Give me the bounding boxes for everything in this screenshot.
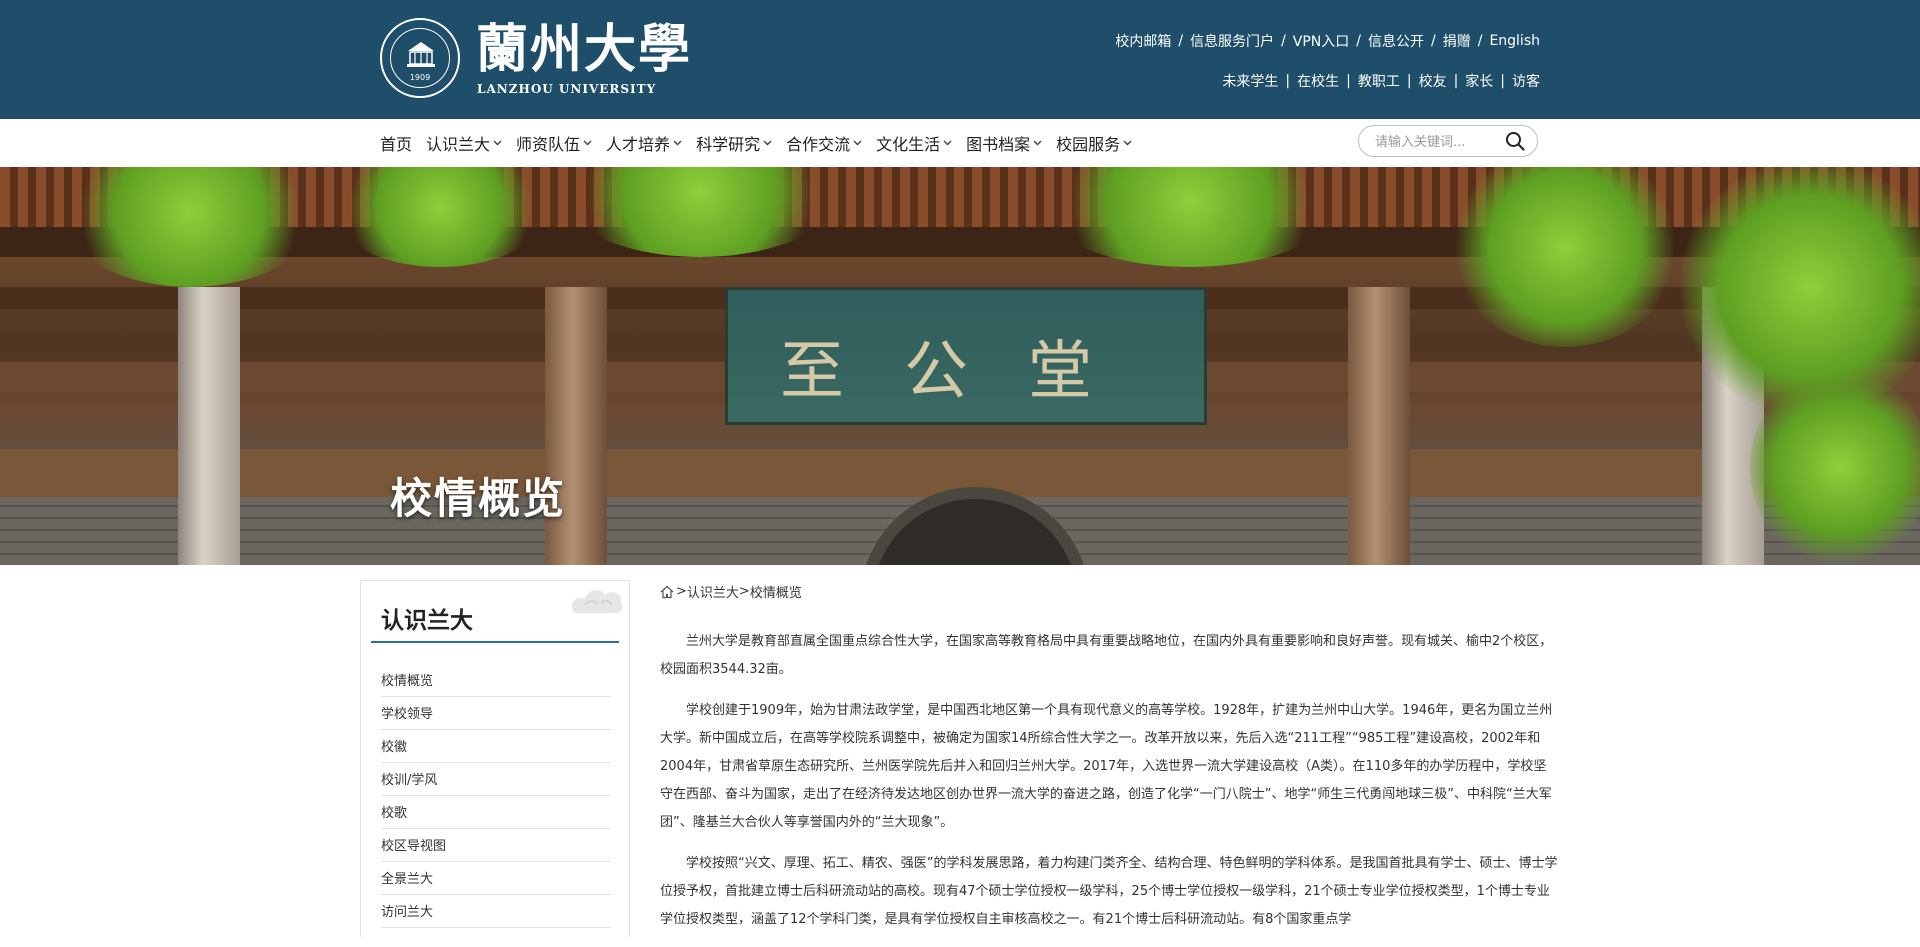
nav-item-about[interactable]: 认识兰大 [426, 131, 502, 155]
main-navigation: 首页 认识兰大 师资队伍 人才培养 科学研究 合作交流 文化生活 图书档案 校园服务 [0, 119, 1920, 168]
sidebar-menu: 校情概览 学校领导 校徽 校训/学风 校歌 校区导视图 全景兰大 访问兰大 [381, 665, 611, 929]
breadcrumb: > 认识兰大 > 校情概览 [660, 582, 802, 601]
sidebar-item-visit[interactable]: 访问兰大 [381, 896, 611, 928]
nav-item-campus-services[interactable]: 校园服务 [1056, 131, 1132, 155]
nav-item-label: 认识兰大 [426, 135, 491, 154]
nav-item-label: 科学研究 [696, 135, 761, 154]
university-seal-icon: 1909 [380, 18, 460, 98]
sidebar-item-anthem[interactable]: 校歌 [381, 797, 611, 829]
link-alumni[interactable]: 校友 [1419, 71, 1447, 91]
article-paragraph: 兰州大学是教育部直属全国重点综合性大学，在国家高等教育格局中具有重要战略地位，在… [660, 634, 1553, 677]
link-visitors[interactable]: 访客 [1512, 71, 1540, 91]
search-input[interactable] [1373, 132, 1497, 152]
sidebar-item-leadership[interactable]: 学校领导 [381, 698, 611, 730]
utility-links-primary: 校内邮箱 / 信息服务门户 / VPN入口 / 信息公开 / 捐赠 / English [1115, 31, 1540, 51]
nav-item-faculty[interactable]: 师资队伍 [516, 131, 592, 155]
logo-english-name: LANZHOU UNIVERSITY [477, 82, 657, 96]
nav-item-label: 合作交流 [786, 135, 851, 154]
nav-item-culture[interactable]: 文化生活 [876, 131, 952, 155]
chevron-down-icon [853, 138, 862, 149]
banner-pillar [1348, 287, 1410, 565]
link-campus-mail[interactable]: 校内邮箱 [1115, 31, 1171, 51]
sidebar-item-motto[interactable]: 校训/学风 [381, 764, 611, 796]
link-english[interactable]: English [1489, 33, 1540, 49]
sidebar-item-panorama[interactable]: 全景兰大 [381, 863, 611, 895]
breadcrumb-separator: > [738, 584, 750, 599]
link-vpn[interactable]: VPN入口 [1293, 31, 1350, 51]
nav-item-library[interactable]: 图书档案 [966, 131, 1042, 155]
breadcrumb-link-about[interactable]: 认识兰大 [687, 582, 739, 601]
logo-chinese-name: 蘭州大學 [476, 19, 693, 80]
chevron-down-icon [493, 138, 502, 149]
article-paragraph: 学校按照“兴文、厚理、拓工、精农、强医”的学科发展思路，着力构建门类齐全、结构合… [660, 856, 1558, 927]
chevron-down-icon [943, 138, 952, 149]
cloud-ornament-icon [572, 590, 623, 614]
nav-item-research[interactable]: 科学研究 [696, 131, 772, 155]
sidebar-title-underline [371, 641, 619, 643]
nav-item-label: 首页 [380, 135, 413, 154]
chevron-down-icon [673, 138, 682, 149]
link-current-students[interactable]: 在校生 [1297, 71, 1339, 91]
sidebar-item-emblem[interactable]: 校徽 [381, 731, 611, 763]
nav-item-label: 图书档案 [966, 135, 1031, 154]
plaque-text: 至公堂 [780, 335, 1152, 409]
sidebar: 认识兰大 校情概览 学校领导 校徽 校训/学风 校歌 校区导视图 全景兰大 访问兰大 [360, 580, 630, 937]
banner-pillar [178, 287, 240, 565]
chevron-down-icon [583, 138, 592, 149]
home-icon[interactable] [660, 585, 674, 599]
search-icon[interactable] [1505, 131, 1525, 151]
link-info-portal[interactable]: 信息服务门户 [1190, 31, 1274, 51]
article-content: 兰州大学是教育部直属全国重点综合性大学，在国家高等教育格局中具有重要战略地位，在… [660, 628, 1558, 947]
nav-item-education[interactable]: 人才培养 [606, 131, 682, 155]
utility-links-audience: 未来学生 | 在校生 | 教职工 | 校友 | 家长 | 访客 [1222, 71, 1540, 91]
link-faculty[interactable]: 教职工 [1358, 71, 1400, 91]
search-box [1358, 125, 1538, 157]
breadcrumb-current: 校情概览 [749, 586, 802, 601]
article-paragraph: 学校创建于1909年，始为甘肃法政学堂，是中国西北地区第一个具有现代意义的高等学… [660, 703, 1553, 830]
sidebar-item-campus-map[interactable]: 校区导视图 [381, 830, 611, 862]
link-info-disclosure[interactable]: 信息公开 [1368, 31, 1424, 51]
sidebar-title: 认识兰大 [381, 608, 473, 634]
nav-item-home[interactable]: 首页 [380, 131, 412, 155]
hero-banner: 至公堂 校情概览 [0, 167, 1920, 565]
breadcrumb-separator: > [676, 584, 687, 599]
chevron-down-icon [763, 138, 772, 149]
nav-item-cooperation[interactable]: 合作交流 [786, 131, 862, 155]
link-parents[interactable]: 家长 [1465, 71, 1493, 91]
banner-plaque: 至公堂 [725, 287, 1207, 425]
nav-menu: 首页 认识兰大 师资队伍 人才培养 科学研究 合作交流 文化生活 图书档案 校园服务 [380, 119, 1146, 167]
chevron-down-icon [1033, 138, 1042, 149]
seal-year: 1909 [409, 73, 431, 82]
building-icon [407, 42, 435, 67]
nav-item-label: 人才培养 [606, 135, 671, 154]
nav-item-label: 师资队伍 [516, 135, 581, 154]
chevron-down-icon [1123, 138, 1132, 149]
link-donate[interactable]: 捐赠 [1443, 31, 1471, 51]
sidebar-item-overview[interactable]: 校情概览 [381, 665, 611, 697]
link-future-students[interactable]: 未来学生 [1222, 71, 1278, 91]
university-logo[interactable]: 1909 蘭州大學 LANZHOU UNIVERSITY [380, 18, 690, 100]
nav-item-label: 文化生活 [876, 135, 941, 154]
nav-item-label: 校园服务 [1056, 135, 1121, 154]
top-header: 1909 蘭州大學 LANZHOU UNIVERSITY 校内邮箱 / 信息服务门… [0, 0, 1920, 119]
banner-title: 校情概览 [390, 474, 567, 523]
